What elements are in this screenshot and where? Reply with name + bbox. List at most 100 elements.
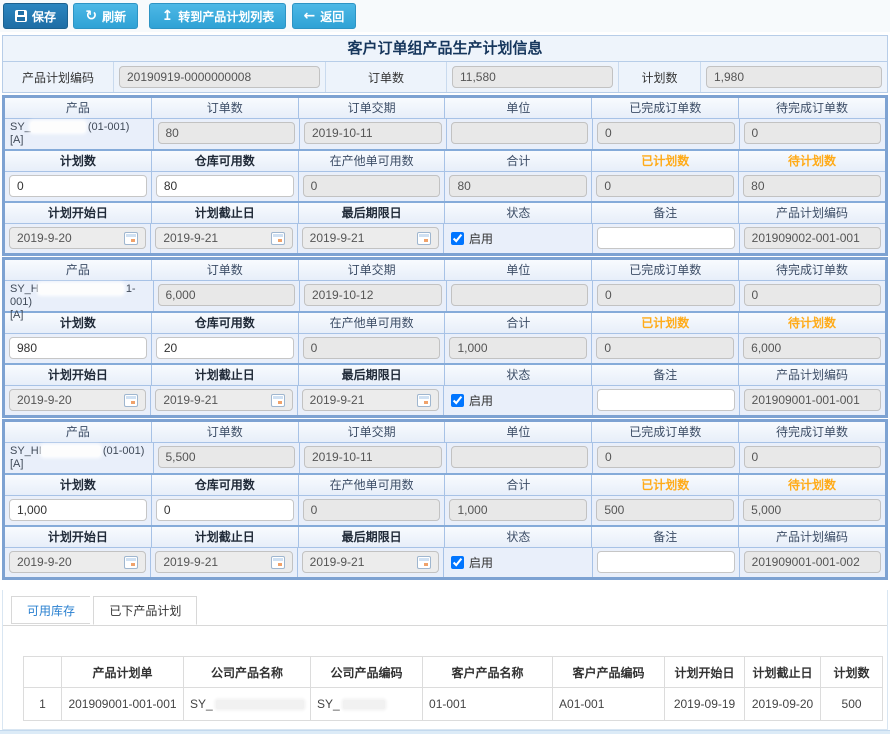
remark-input[interactable] (597, 389, 734, 411)
cell-plan-start: 2019-09-19 (665, 688, 745, 721)
plans-table-header-row: 产品计划单 公司产品名称 公司产品编码 客户产品名称 客户产品编码 计划开始日 … (24, 657, 883, 688)
unplanned-qty-field: 6,000 (743, 337, 881, 359)
other-order-qty-field: 0 (303, 337, 441, 359)
unit-field (451, 284, 589, 306)
unplanned-qty-col-header: 待计划数 (739, 475, 885, 495)
cell-company-product-code: SY_ (311, 688, 423, 721)
cell-customer-product-name: 01-001 (423, 688, 553, 721)
due-date-col-header: 订单交期 (299, 98, 446, 118)
status-checkbox[interactable] (451, 394, 464, 407)
calendar-icon[interactable] (417, 556, 431, 569)
remark-col-header: 备注 (592, 365, 739, 385)
status-label: 启用 (469, 554, 493, 571)
start-date-text: 2019-9-20 (17, 228, 72, 248)
deadline-input[interactable]: 2019-9-21 (302, 389, 439, 411)
product-name: SY_ (01-001) [A] (5, 119, 154, 149)
calendar-icon[interactable] (417, 232, 431, 245)
order-qty-col-header: 订单数 (152, 422, 299, 442)
deadline-input[interactable]: 2019-9-21 (302, 227, 439, 249)
end-date-col-header: 计划截止日 (152, 365, 299, 385)
redacted-text (31, 122, 85, 132)
tab-placed-plans[interactable]: 已下产品计划 (93, 596, 197, 625)
end-date-col-header: 计划截止日 (152, 527, 299, 547)
start-date-input[interactable]: 2019-9-20 (9, 551, 146, 573)
product-name: SY_HI (01-001) [A] (5, 443, 154, 473)
total-field: 80 (449, 175, 587, 197)
calendar-icon[interactable] (271, 394, 285, 407)
tab-available-inventory[interactable]: 可用库存 (11, 596, 90, 624)
start-date-input[interactable]: 2019-9-20 (9, 227, 146, 249)
start-date-text: 2019-9-20 (17, 390, 72, 410)
completed-qty-field: 0 (597, 446, 735, 468)
remark-col-header: 备注 (592, 203, 739, 223)
calendar-icon[interactable] (271, 232, 285, 245)
total-field: 1,000 (449, 499, 587, 521)
plan-qty-input[interactable] (9, 337, 147, 359)
cell-customer-product-code: A01-001 (553, 688, 665, 721)
completed-qty-col-header: 已完成订单数 (592, 422, 739, 442)
redacted-text (39, 284, 123, 294)
block-header-row-1: 产品 订单数 订单交期 单位 已完成订单数 待完成订单数 (5, 98, 885, 118)
product-col-header: 产品 (5, 98, 152, 118)
deadline-text: 2019-9-21 (310, 228, 365, 248)
end-date-input[interactable]: 2019-9-21 (155, 389, 292, 411)
company-product-code-prefix: SY_ (317, 697, 340, 711)
calendar-icon[interactable] (124, 232, 138, 245)
block-value-row-3: 2019-9-20 2019-9-21 2019-9-21 启用 (5, 547, 885, 577)
status-field: 启用 (444, 224, 593, 253)
warehouse-qty-input[interactable] (156, 175, 294, 197)
order-qty-field: 80 (158, 122, 296, 144)
product-name-prefix: SY_H (10, 283, 39, 295)
completed-qty-field: 0 (597, 122, 735, 144)
plan-block: 产品 订单数 订单交期 单位 已完成订单数 待完成订单数 SY_HI (01-0… (2, 419, 888, 580)
planned-qty-field: 500 (596, 499, 734, 521)
status-checkbox[interactable] (451, 556, 464, 569)
calendar-icon[interactable] (124, 394, 138, 407)
other-order-qty-col-header: 在产他单可用数 (299, 151, 446, 171)
col-header-plan-start: 计划开始日 (665, 657, 745, 688)
start-date-col-header: 计划开始日 (5, 527, 152, 547)
status-checkbox[interactable] (451, 232, 464, 245)
warehouse-qty-col-header: 仓库可用数 (152, 475, 299, 495)
save-button[interactable]: 保存 (3, 3, 68, 29)
calendar-icon[interactable] (124, 556, 138, 569)
col-header-plan-end: 计划截止日 (745, 657, 821, 688)
deadline-input[interactable]: 2019-9-21 (302, 551, 439, 573)
col-header-rownum (24, 657, 62, 688)
warehouse-qty-input[interactable] (156, 499, 294, 521)
col-header-company-product-name: 公司产品名称 (184, 657, 311, 688)
product-name-tag: [A] (10, 458, 23, 470)
back-button[interactable]: ← 返回 (292, 3, 357, 29)
calendar-icon[interactable] (271, 556, 285, 569)
col-header-company-product-code: 公司产品编码 (311, 657, 423, 688)
calendar-icon[interactable] (417, 394, 431, 407)
plan-code-col-header: 产品计划编码 (739, 527, 885, 547)
warehouse-qty-input[interactable] (156, 337, 294, 359)
block-value-row-1: SY_H 1-001) [A] 6,000 2019-10-12 0 0 (5, 280, 885, 311)
status-label: 启用 (469, 230, 493, 247)
cell-plan-order: 201909001-001-001 (62, 688, 184, 721)
end-date-input[interactable]: 2019-9-21 (155, 551, 292, 573)
pending-qty-col-header: 待完成订单数 (739, 260, 885, 280)
remark-input[interactable] (597, 227, 734, 249)
refresh-button[interactable]: ↻ 刷新 (73, 3, 138, 29)
order-qty-field: 5,500 (158, 446, 296, 468)
plan-qty-input[interactable] (9, 499, 147, 521)
unit-field (451, 122, 589, 144)
warehouse-qty-col-header: 仓库可用数 (152, 313, 299, 333)
plan-qty-input[interactable] (9, 175, 147, 197)
table-row[interactable]: 1 201909001-001-001 SY_ SY_ 01-001 A01-0… (24, 688, 883, 721)
goto-plan-list-button[interactable]: ↥ 转到产品计划列表 (149, 3, 286, 29)
plan-blocks: 产品 订单数 订单交期 单位 已完成订单数 待完成订单数 SY_ (01-001… (2, 95, 888, 580)
start-date-col-header: 计划开始日 (5, 203, 152, 223)
start-date-input[interactable]: 2019-9-20 (9, 389, 146, 411)
block-header-row-1: 产品 订单数 订单交期 单位 已完成订单数 待完成订单数 (5, 260, 885, 280)
cell-plan-end: 2019-09-20 (745, 688, 821, 721)
due-date-field: 2019-10-12 (304, 284, 442, 306)
end-date-input[interactable]: 2019-9-21 (155, 227, 292, 249)
remark-input[interactable] (597, 551, 734, 573)
other-order-qty-field: 0 (303, 499, 441, 521)
block-value-row-2: 0 1,000 0 6,000 (5, 333, 885, 363)
order-qty-col-header: 订单数 (152, 260, 299, 280)
page: 保存 ↻ 刷新 ↥ 转到产品计划列表 ← 返回 客户订单组产品生产计划信息 产品… (0, 0, 890, 734)
